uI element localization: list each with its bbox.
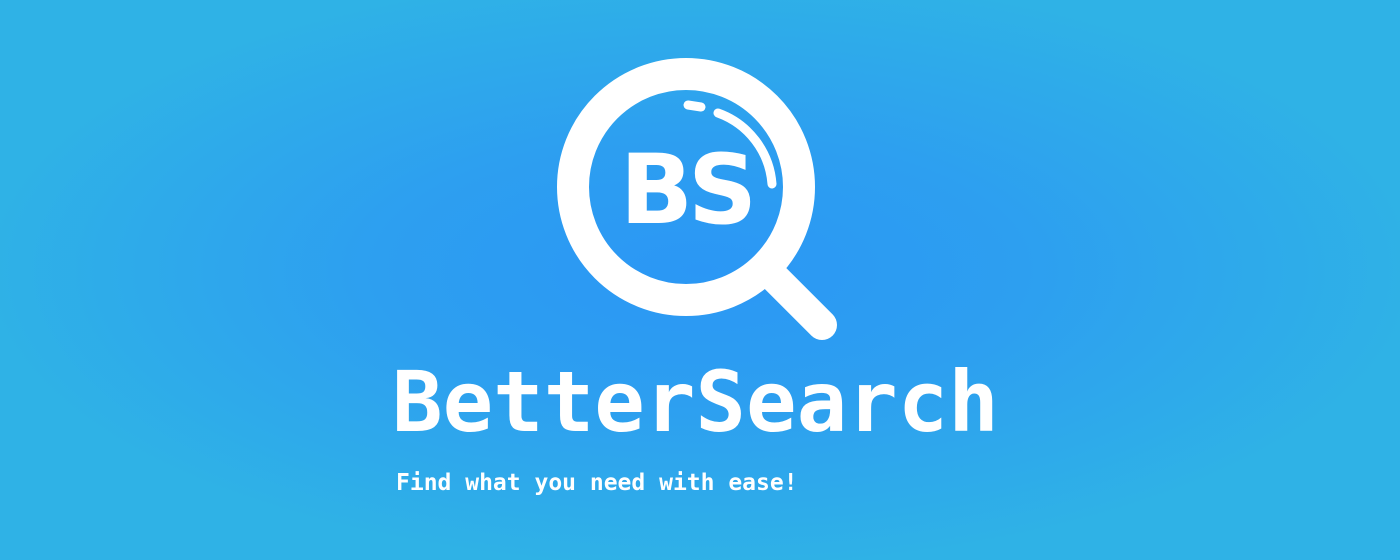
promo-banner: BS BetterSearch Find what you need with … (0, 0, 1400, 560)
tagline: Find what you need with ease! (396, 470, 798, 496)
brand-name: BetterSearch (392, 353, 999, 451)
logo-monogram: BS (619, 134, 757, 246)
